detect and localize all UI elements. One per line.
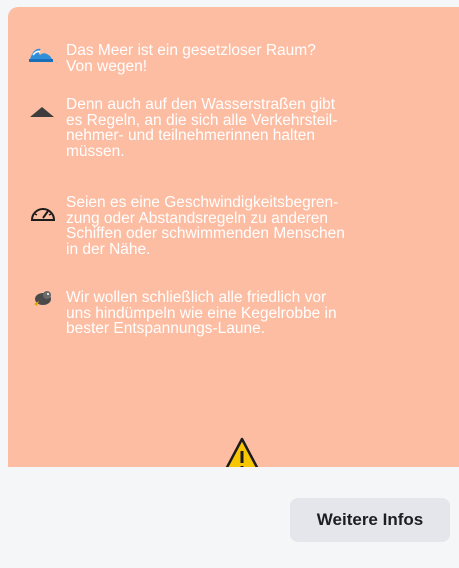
- post-item-text: Seien es eine Geschwindigkeitsbegren- zu…: [66, 194, 345, 258]
- warning-sign-icon: [222, 437, 262, 469]
- post-item-text: Denn auch auf den Wasserstraßen gibt es …: [66, 96, 338, 160]
- post-item-text: Das Meer ist ein gesetzloser Raum? Von w…: [66, 42, 316, 75]
- ocean-wave-icon: [28, 43, 53, 63]
- post-content-card: Das Meer ist ein gesetzloser Raum? Von w…: [8, 7, 459, 467]
- post-item-text: Wir wollen schließlich alle friedlich vo…: [66, 289, 337, 337]
- post-page: Das Meer ist ein gesetzloser Raum? Von w…: [0, 0, 459, 568]
- seal-icon: [32, 288, 56, 308]
- triangle-up-icon: [30, 105, 54, 125]
- speedometer-icon: [30, 203, 56, 223]
- more-info-button[interactable]: Weitere Infos: [290, 498, 450, 542]
